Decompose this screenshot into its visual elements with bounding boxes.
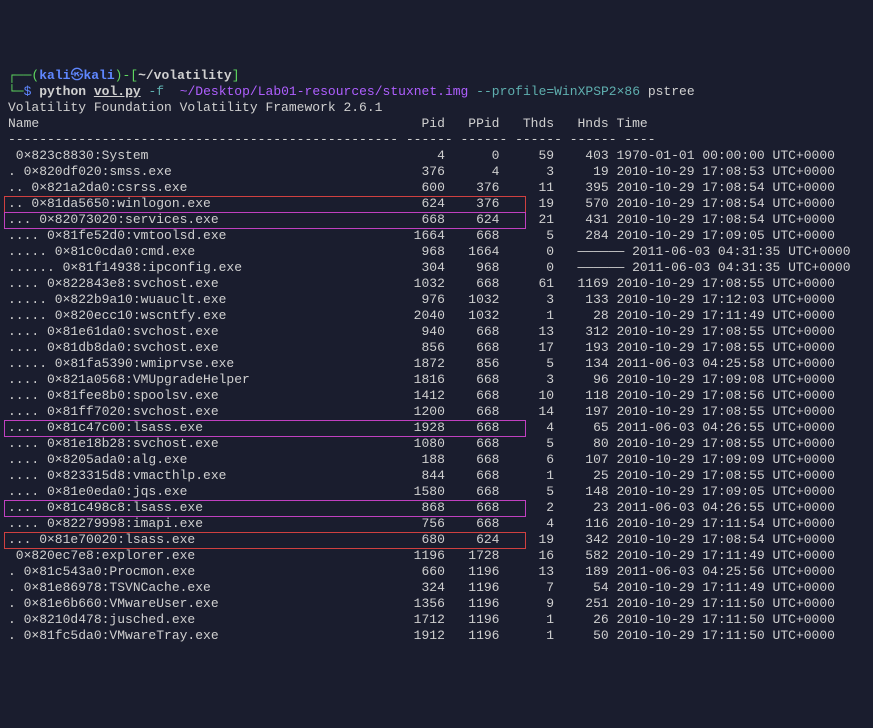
process-row: ..... 0×81fa5390:wmiprvse.exe 1872 856 5… [8, 356, 865, 372]
process-row: 0×823c8830:System 4 0 59 403 1970-01-01 … [8, 148, 865, 164]
process-row: .. 0×81da5650:winlogon.exe 624 376 19 57… [8, 196, 865, 212]
table-header: Name Pid PPid Thds Hnds Time [8, 116, 865, 132]
process-row: . 0×8210d478:jusched.exe 1712 1196 1 26 … [8, 612, 865, 628]
banner: Volatility Foundation Volatility Framewo… [8, 100, 865, 116]
process-row: .... 0×81e18b28:svchost.exe 1080 668 5 8… [8, 436, 865, 452]
process-row: .... 0×822843e8:svchost.exe 1032 668 61 … [8, 276, 865, 292]
process-row: .... 0×81e61da0:svchost.exe 940 668 13 3… [8, 324, 865, 340]
header-underline: ----------------------------------------… [8, 132, 865, 148]
process-row: 0×820ec7e8:explorer.exe 1196 1728 16 582… [8, 548, 865, 564]
process-row: ..... 0×822b9a10:wuauclt.exe 976 1032 3 … [8, 292, 865, 308]
process-row: .... 0×81c47c00:lsass.exe 1928 668 4 65 … [8, 420, 865, 436]
prompt-line-1: ┌──(kali㉿kali)-[~/volatility] [8, 68, 865, 84]
process-row: . 0×81e6b660:VMwareUser.exe 1356 1196 9 … [8, 596, 865, 612]
terminal-output[interactable]: ┌──(kali㉿kali)-[~/volatility]└─$ python … [8, 68, 865, 644]
process-row: . 0×81e86978:TSVNCache.exe 324 1196 7 54… [8, 580, 865, 596]
process-row: . 0×81fc5da0:VMwareTray.exe 1912 1196 1 … [8, 628, 865, 644]
process-row: . 0×81c543a0:Procmon.exe 660 1196 13 189… [8, 564, 865, 580]
process-row: . 0×820df020:smss.exe 376 4 3 19 2010-10… [8, 164, 865, 180]
process-row: ..... 0×81c0cda0:cmd.exe 968 1664 0 ————… [8, 244, 865, 260]
process-row: .... 0×81e0eda0:jqs.exe 1580 668 5 148 2… [8, 484, 865, 500]
process-row: .... 0×81fee8b0:spoolsv.exe 1412 668 10 … [8, 388, 865, 404]
process-row: .... 0×81ff7020:svchost.exe 1200 668 14 … [8, 404, 865, 420]
process-row: .... 0×81c498c8:lsass.exe 868 668 2 23 2… [8, 500, 865, 516]
process-row: .... 0×8205ada0:alg.exe 188 668 6 107 20… [8, 452, 865, 468]
process-row: .... 0×82279998:imapi.exe 756 668 4 116 … [8, 516, 865, 532]
process-row: ... 0×82073020:services.exe 668 624 21 4… [8, 212, 865, 228]
process-row: .. 0×821a2da0:csrss.exe 600 376 11 395 2… [8, 180, 865, 196]
process-row: .... 0×81fe52d0:vmtoolsd.exe 1664 668 5 … [8, 228, 865, 244]
process-row: ...... 0×81f14938:ipconfig.exe 304 968 0… [8, 260, 865, 276]
process-row: ..... 0×820ecc10:wscntfy.exe 2040 1032 1… [8, 308, 865, 324]
process-row: .... 0×823315d8:vmacthlp.exe 844 668 1 2… [8, 468, 865, 484]
process-row: .... 0×821a0568:VMUpgradeHelper 1816 668… [8, 372, 865, 388]
process-row: ... 0×81e70020:lsass.exe 680 624 19 342 … [8, 532, 865, 548]
process-row: .... 0×81db8da0:svchost.exe 856 668 17 1… [8, 340, 865, 356]
prompt-line-2: └─$ python vol.py -f ~/Desktop/Lab01-res… [8, 84, 865, 100]
